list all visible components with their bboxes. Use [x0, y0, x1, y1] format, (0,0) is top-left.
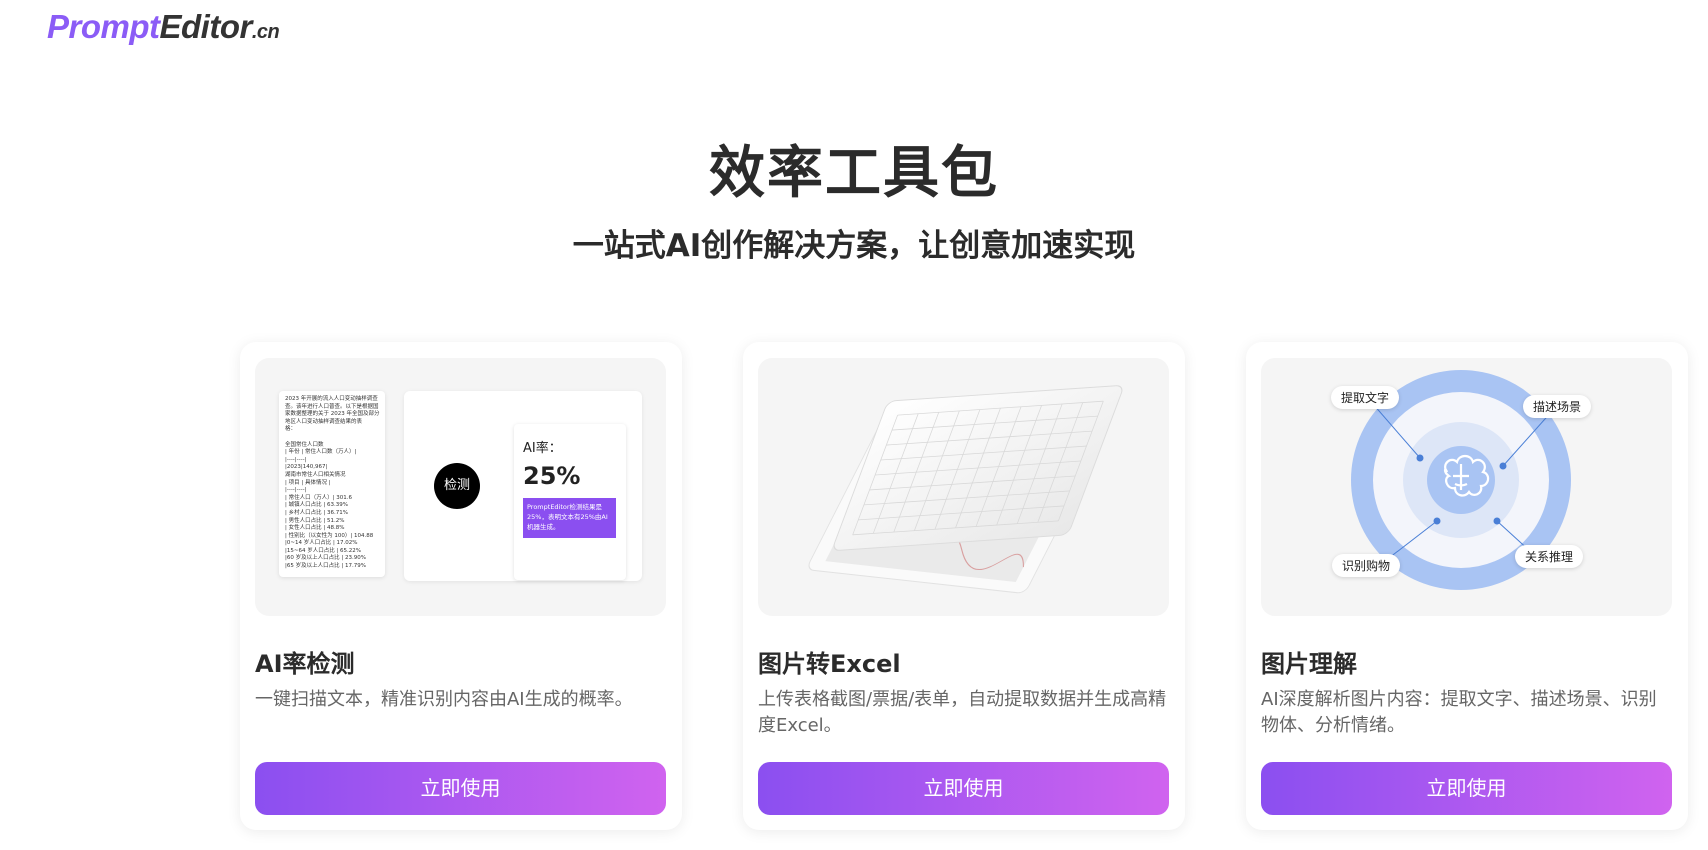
- image-understanding-illustration: 提取文字 描述场景 识别购物 关系推理: [1261, 358, 1672, 616]
- detect-panel: 检测 AI率： 25% PromptEditor检测结果是25%，表明文本有25…: [404, 391, 642, 581]
- tag-relation-reasoning: 关系推理: [1515, 545, 1584, 568]
- logo[interactable]: PromptEditor.cn: [47, 8, 280, 46]
- result-panel: AI率： 25% PromptEditor检测结果是25%，表明文本有25%由A…: [514, 424, 626, 580]
- card-ai-detection: 2023 年开展的流入人口变动抽样调查 查。该年进行人口普查。以下是根据国 家数…: [240, 342, 682, 830]
- use-now-button-ai-detection[interactable]: 立即使用: [255, 762, 666, 815]
- ai-rate-value: 25%: [523, 462, 581, 490]
- card-description: 上传表格截图/票据/表单，自动提取数据并生成高精度Excel。: [758, 689, 1167, 736]
- result-note: PromptEditor检测结果是25%，表明文本有25%由AI机器生成。: [523, 498, 616, 538]
- logo-prompt: Prompt: [47, 8, 160, 45]
- detect-badge: 检测: [434, 463, 480, 509]
- card-title: 图片转Excel: [758, 650, 901, 678]
- tag-describe-scene: 描述场景: [1523, 395, 1592, 418]
- logo-cn: .cn: [251, 21, 280, 43]
- ai-rate-label: AI率：: [523, 441, 562, 456]
- tag-extract-text: 提取文字: [1331, 386, 1400, 409]
- ai-detection-illustration: 2023 年开展的流入人口变动抽样调查 查。该年进行人口普查。以下是根据国 家数…: [255, 358, 666, 616]
- logo-editor: Editor: [159, 8, 253, 45]
- sample-document: 2023 年开展的流入人口变动抽样调查 查。该年进行人口普查。以下是根据国 家数…: [279, 391, 385, 577]
- page-title: 效率工具包: [709, 141, 999, 206]
- card-image-understanding: 提取文字 描述场景 识别购物 关系推理 图片理解 AI深度解析图片内容：提取文字…: [1246, 342, 1688, 830]
- spreadsheet-sheets-icon: [808, 385, 1123, 594]
- card-title: AI率检测: [255, 650, 355, 678]
- card-image-to-excel: 图片转Excel 上传表格截图/票据/表单，自动提取数据并生成高精度Excel。…: [743, 342, 1185, 830]
- image-to-excel-illustration: [758, 358, 1169, 616]
- page-subtitle: 一站式AI创作解决方案，让创意加速实现: [572, 228, 1136, 264]
- card-description: AI深度解析图片内容：提取文字、描述场景、识别物体、分析情绪。: [1261, 689, 1657, 736]
- card-description: 一键扫描文本，精准识别内容由AI生成的概率。: [255, 689, 633, 710]
- card-title: 图片理解: [1261, 650, 1357, 678]
- use-now-button-image-understanding[interactable]: 立即使用: [1261, 762, 1672, 815]
- tag-recognize-objects: 识别购物: [1332, 554, 1401, 577]
- brain-rings-icon: [1351, 370, 1571, 590]
- use-now-button-image-to-excel[interactable]: 立即使用: [758, 762, 1169, 815]
